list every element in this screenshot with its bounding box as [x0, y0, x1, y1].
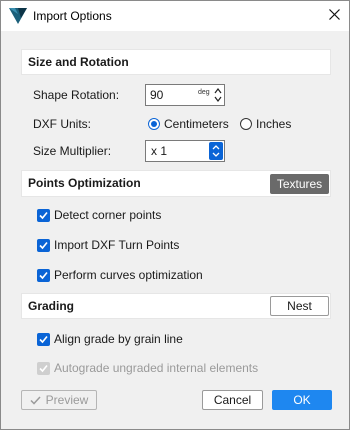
dxf-units-label: DXF Units: — [33, 117, 92, 131]
checkbox-import-dxf-turn-points[interactable]: Import DXF Turn Points — [37, 238, 179, 252]
nest-button[interactable]: Nest — [270, 296, 329, 316]
radio-button-checked[interactable] — [148, 118, 160, 130]
import-options-dialog: Import Options Size and Rotation Shape R… — [0, 0, 350, 430]
radio-label: Centimeters — [164, 117, 229, 131]
chevron-up-down-icon[interactable] — [209, 142, 223, 160]
checkbox-label: Import DXF Turn Points — [54, 238, 180, 252]
checkbox-label: Detect corner points — [54, 208, 162, 222]
preview-button: Preview — [21, 390, 97, 410]
radio-inches[interactable]: Inches — [240, 116, 291, 132]
checkbox-autograde-ungraded-internal-elements: Autograde ungraded internal elements — [37, 361, 258, 375]
checkbox-checked-icon[interactable] — [37, 238, 50, 252]
shape-rotation-unit: deg — [198, 89, 210, 96]
spin-arrows-icon[interactable] — [214, 87, 222, 103]
checkbox-label: Align grade by grain line — [54, 332, 183, 346]
checkbox-checked-disabled-icon — [37, 361, 50, 375]
shape-rotation-value[interactable]: 90 — [150, 88, 163, 102]
section-title: Points Optimization — [28, 176, 141, 190]
checkbox-perform-curves-optimization[interactable]: Perform curves optimization — [37, 268, 203, 282]
size-multiplier-select[interactable]: x 1 — [145, 140, 225, 162]
app-logo-icon — [9, 8, 27, 24]
section-title: Grading — [28, 299, 75, 313]
radio-label: Inches — [256, 117, 292, 131]
window-title: Import Options — [33, 9, 112, 23]
cancel-button[interactable]: Cancel — [202, 390, 263, 410]
close-icon — [328, 9, 340, 23]
checkbox-checked-icon[interactable] — [37, 332, 50, 346]
checkbox-checked-icon[interactable] — [37, 208, 50, 222]
title-bar: Import Options — [1, 1, 349, 31]
radio-button[interactable] — [240, 118, 252, 130]
checkbox-align-grade-by-grain-line[interactable]: Align grade by grain line — [37, 332, 183, 346]
ok-button[interactable]: OK — [272, 390, 332, 410]
checkbox-checked-icon[interactable] — [37, 268, 50, 282]
radio-centimeters[interactable]: Centimeters — [148, 116, 229, 132]
close-button[interactable] — [319, 1, 349, 31]
checkbox-detect-corner-points[interactable]: Detect corner points — [37, 208, 161, 222]
section-size-and-rotation: Size and Rotation — [21, 49, 331, 75]
shape-rotation-label: Shape Rotation: — [33, 88, 120, 102]
checkbox-label: Autograde ungraded internal elements — [54, 361, 259, 375]
checkbox-label: Perform curves optimization — [54, 268, 203, 282]
size-multiplier-value: x 1 — [151, 144, 168, 158]
preview-label: Preview — [45, 393, 89, 407]
size-multiplier-label: Size Multiplier: — [33, 144, 112, 158]
check-icon — [30, 395, 41, 405]
shape-rotation-spinbox[interactable]: 90 deg — [145, 84, 225, 106]
section-title: Size and Rotation — [28, 55, 129, 69]
textures-button[interactable]: Textures — [270, 174, 329, 194]
